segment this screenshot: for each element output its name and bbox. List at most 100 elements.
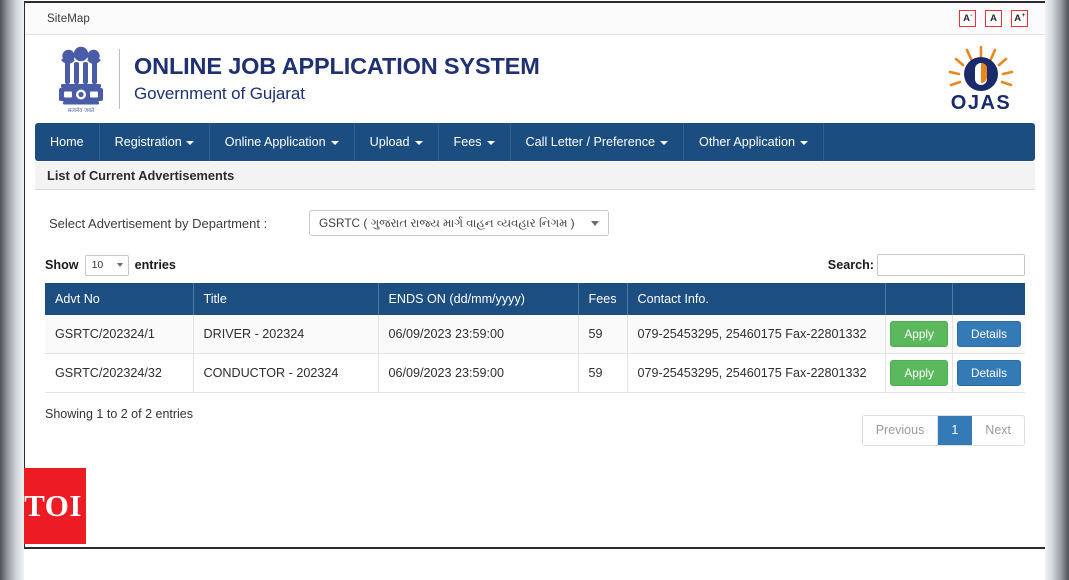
pagination-page-1[interactable]: 1 [938, 416, 973, 446]
browser-page: SiteMap A- A A + सत्यमेव जयते ONLINE JOB… [23, 1, 1047, 549]
chevron-down-icon [486, 141, 495, 145]
department-select-value: GSRTC ( ગુજરાત રાજ્ય માર્ગ વાહન વ્યવહાર … [319, 215, 575, 230]
search-label: Search: [827, 258, 874, 272]
search-group: Search: [828, 254, 1025, 276]
cell-ends-on: 06/09/2023 23:59:00 [378, 315, 579, 355]
pagination-next[interactable]: Next [972, 416, 1024, 446]
column-header-contact[interactable]: Contact Info. [627, 283, 887, 315]
show-label: Show [45, 258, 79, 272]
column-header-title[interactable]: Title [193, 283, 379, 315]
cell-fees: 59 [578, 353, 628, 394]
sitemap-link[interactable]: SiteMap [47, 13, 90, 25]
toi-watermark-text: TOI [24, 488, 82, 523]
department-label: Select Advertisement by Department : [49, 215, 268, 231]
chevron-down-icon [414, 141, 423, 145]
page-title: ONLINE JOB APPLICATION SYSTEM [134, 53, 540, 80]
search-input[interactable] [877, 254, 1025, 276]
nav-item-call-letter-preference[interactable]: Call Letter / Preference [511, 123, 685, 161]
pagination: Previous 1 Next [861, 415, 1025, 447]
site-title-group: ONLINE JOB APPLICATION SYSTEM Government… [134, 53, 540, 104]
ashoka-emblem-icon: सत्यमेव जयते [55, 43, 107, 115]
nav-item-registration[interactable]: Registration [100, 123, 210, 161]
page-length-group: Show 10 entries [45, 254, 176, 276]
cell-advt-no: GSRTC/202324/32 [45, 353, 194, 394]
column-header-fees[interactable]: Fees [578, 283, 628, 315]
font-normal-letter: A [990, 12, 997, 24]
utility-topbar: SiteMap A- A A + [25, 3, 1045, 35]
ojas-sun-logo-icon: OJAS [935, 41, 1027, 117]
chevron-down-icon [660, 141, 669, 145]
nav-item-fees[interactable]: Fees [439, 123, 511, 161]
main-navigation: Home Registration Online Application Upl… [35, 123, 1035, 161]
cell-apply: Apply [885, 315, 953, 355]
table-row: GSRTC/202324/1 DRIVER - 202324 06/09/202… [45, 315, 1025, 355]
cell-contact: 079-25453295, 25460175 Fax-22801332 [627, 315, 887, 355]
emblem-motto-text: सत्यमेव जयते [68, 107, 95, 114]
table-body: GSRTC/202324/1 DRIVER - 202324 06/09/202… [45, 315, 1025, 394]
site-header: सत्यमेव जयते ONLINE JOB APPLICATION SYST… [25, 35, 1045, 123]
details-button[interactable]: Details [956, 360, 1021, 387]
column-header-apply [885, 283, 953, 315]
main-content: List of Current Advertisements Select Ad… [25, 162, 1045, 447]
department-select[interactable]: GSRTC ( ગુજરાત રાજ્ય માર્ગ વાહન વ્યવહાર … [309, 210, 609, 236]
toi-watermark: TOI [20, 468, 86, 544]
font-decrease-button[interactable]: A- [959, 10, 976, 27]
table-info: Showing 1 to 2 of 2 entries [45, 407, 194, 422]
font-increase-button[interactable]: A + [1011, 10, 1028, 27]
nav-item-call-letter-preference-label: Call Letter / Preference [525, 135, 656, 149]
chevron-down-icon [185, 141, 194, 145]
header-divider [119, 49, 120, 109]
font-increase-letter: A [1014, 12, 1022, 24]
column-header-details [952, 283, 1025, 315]
cell-title: CONDUCTOR - 202324 [193, 353, 379, 394]
entries-label: entries [134, 258, 176, 272]
details-button[interactable]: Details [956, 321, 1021, 348]
nav-item-home-label: Home [50, 135, 84, 149]
window-edge-right [1045, 0, 1069, 580]
apply-button[interactable]: Apply [890, 321, 948, 348]
font-size-controls: A- A A + [959, 10, 1037, 27]
chevron-down-icon [330, 141, 339, 145]
chevron-down-icon [116, 263, 123, 267]
ojas-logo-text: OJAS [951, 92, 1011, 114]
cell-apply: Apply [885, 353, 953, 394]
nav-item-other-application[interactable]: Other Application [684, 123, 824, 161]
cell-details: Details [952, 353, 1025, 394]
table-controls: Show 10 entries Search: [35, 250, 1035, 280]
nav-item-fees-label: Fees [453, 135, 482, 149]
nav-item-online-application-label: Online Application [224, 135, 326, 149]
apply-button[interactable]: Apply [890, 360, 948, 387]
cell-fees: 59 [578, 315, 628, 355]
nav-item-online-application[interactable]: Online Application [210, 123, 355, 161]
cell-title: DRIVER - 202324 [193, 315, 379, 355]
emblem-group: सत्यमेव जयते [55, 35, 134, 123]
cell-contact: 079-25453295, 25460175 Fax-22801332 [627, 353, 887, 394]
pagination-previous[interactable]: Previous [862, 416, 939, 446]
department-filter-row: Select Advertisement by Department : GSR… [35, 190, 1035, 250]
chevron-down-icon [799, 141, 808, 145]
page-subtitle: Government of Gujarat [134, 83, 305, 103]
table-header: Advt No Title ENDS ON (dd/mm/yyyy) Fees … [45, 283, 1025, 315]
nav-item-registration-label: Registration [114, 135, 182, 149]
nav-item-upload-label: Upload [369, 135, 410, 149]
page-length-select[interactable]: 10 [84, 254, 129, 276]
column-header-ends-on[interactable]: ENDS ON (dd/mm/yyyy) [378, 283, 579, 315]
nav-item-upload[interactable]: Upload [355, 123, 439, 161]
cell-advt-no: GSRTC/202324/1 [45, 315, 194, 355]
font-normal-button[interactable]: A [985, 10, 1002, 27]
table-footer: Showing 1 to 2 of 2 entries Previous 1 N… [35, 393, 1035, 447]
nav-item-other-application-label: Other Application [699, 135, 795, 149]
section-heading: List of Current Advertisements [35, 162, 1035, 190]
page-length-value: 10 [91, 259, 104, 271]
nav-item-home[interactable]: Home [35, 123, 100, 161]
cell-details: Details [952, 315, 1025, 355]
advertisements-table: Advt No Title ENDS ON (dd/mm/yyyy) Fees … [45, 283, 1025, 394]
font-decrease-letter: A [963, 12, 970, 24]
font-decrease-sign: - [970, 12, 973, 19]
cell-ends-on: 06/09/2023 23:59:00 [378, 353, 579, 394]
font-increase-sign: + [1021, 12, 1026, 19]
chevron-down-icon [591, 221, 599, 226]
table-row: GSRTC/202324/32 CONDUCTOR - 202324 06/09… [45, 353, 1025, 394]
column-header-advt-no[interactable]: Advt No [45, 283, 194, 315]
table-header-row: Advt No Title ENDS ON (dd/mm/yyyy) Fees … [45, 283, 1025, 315]
